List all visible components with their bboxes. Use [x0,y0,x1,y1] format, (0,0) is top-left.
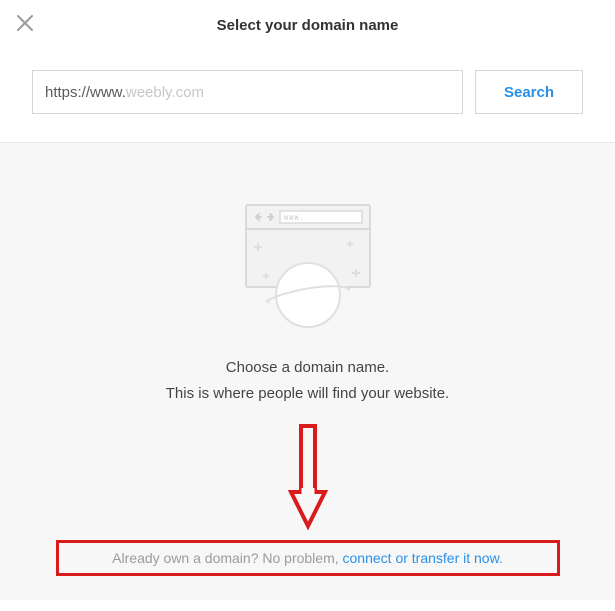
top-section: Select your domain name https://www.weeb… [0,0,615,143]
close-icon[interactable] [16,14,34,32]
search-button[interactable]: Search [475,70,583,114]
body-section: WWW. Choose a domain name. This is where… [0,143,615,600]
annotation-arrow [285,422,331,532]
message-line-1: Choose a domain name. [0,355,615,381]
svg-text:WWW.: WWW. [284,214,305,222]
page-title: Select your domain name [217,13,399,34]
connect-transfer-link[interactable]: connect or transfer it now. [343,550,503,566]
footer-band: Already own a domain? No problem, connec… [56,540,560,576]
header-row: Select your domain name [0,0,615,46]
search-row: https://www.weebly.com Search [0,46,615,114]
domain-input[interactable]: https://www.weebly.com [32,70,463,114]
message-line-2: This is where people will find your webs… [0,381,615,407]
input-prefix: https://www. [45,84,126,101]
input-placeholder: weebly.com [126,84,204,101]
footer-prompt: Already own a domain? No problem, [112,550,342,566]
browser-planet-illustration: WWW. [228,197,388,337]
